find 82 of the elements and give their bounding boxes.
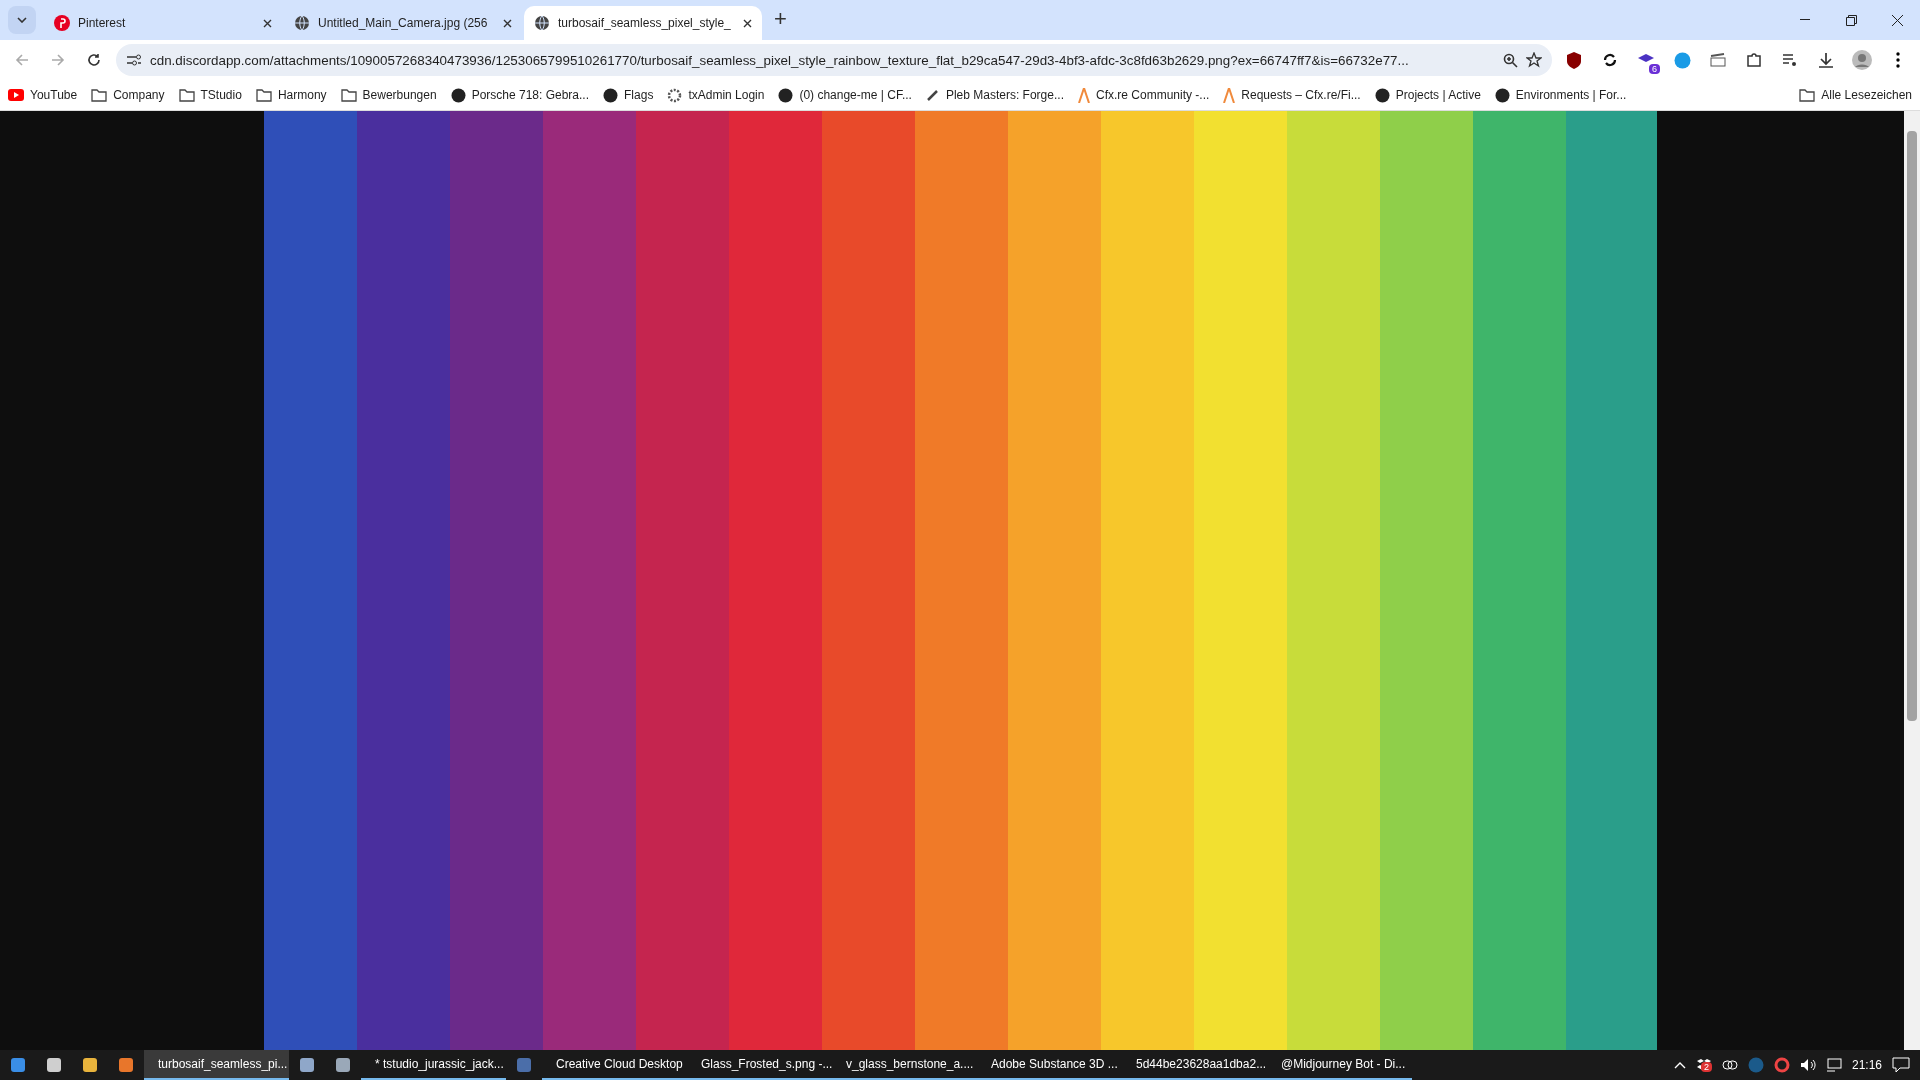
folder-icon (91, 88, 108, 102)
close-icon[interactable] (503, 18, 512, 28)
taskbar-app-button[interactable]: turbosaif_seamless_pi... (144, 1050, 289, 1080)
link-icon[interactable] (1721, 1060, 1738, 1070)
bookmark-item[interactable]: Requests – Cfx.re/Fi... (1223, 87, 1361, 103)
bookmark-item[interactable]: Projects | Active (1374, 87, 1481, 103)
browser-tab[interactable]: Untitled_Main_Camera.jpg (256 (284, 6, 522, 40)
star-icon[interactable] (1526, 52, 1542, 68)
bookmark-item[interactable]: Environments | For... (1494, 87, 1627, 103)
scrollbar[interactable] (1904, 111, 1920, 1050)
bookmark-item[interactable]: Flags (603, 87, 654, 103)
browser-tab[interactable]: turbosaif_seamless_pixel_style_ (524, 6, 762, 40)
steam-icon[interactable] (1747, 1057, 1764, 1073)
site-icon (450, 87, 466, 103)
reload-icon (87, 53, 101, 67)
bookmark-item[interactable]: Porsche 718: Gebra... (450, 87, 590, 103)
folder-icon (340, 88, 357, 102)
forward-arrow-icon (51, 53, 65, 67)
minimize-icon (1800, 19, 1810, 21)
extension-button[interactable]: 6 (1632, 46, 1660, 74)
all-bookmarks-item[interactable]: Alle Lesezeichen (1799, 88, 1912, 102)
pin-logo-icon (54, 15, 70, 31)
bookmark-item[interactable]: Bewerbungen (340, 88, 437, 102)
browser-tab[interactable]: Pinterest (44, 6, 282, 40)
playlist-icon (1782, 53, 1798, 67)
close-icon[interactable] (263, 18, 272, 28)
taskbar-app-button[interactable]: @Midjourney Bot - Di... (1267, 1050, 1412, 1080)
count-badge: 2 (1700, 1062, 1712, 1072)
menu-icon (1896, 52, 1900, 68)
download-icon (1818, 52, 1834, 68)
site-icon (1494, 87, 1510, 103)
brush-icon (925, 88, 940, 102)
chevron-up-icon[interactable] (1673, 1061, 1686, 1069)
bookmark-item[interactable]: txAdmin Login (667, 87, 765, 103)
close-icon (1891, 14, 1903, 26)
bookmark-item[interactable]: TStudio (178, 88, 242, 102)
gear-icon (667, 87, 683, 103)
notification-icon[interactable] (1892, 1057, 1910, 1073)
chevron-down-icon (17, 17, 27, 23)
speaker-icon[interactable] (1799, 1058, 1816, 1072)
network-icon[interactable] (1825, 1058, 1842, 1072)
folder-icon (178, 88, 195, 102)
tab-list-button[interactable] (8, 6, 36, 34)
ring-icon[interactable] (1773, 1057, 1790, 1073)
bookmark-item[interactable]: YouTube (8, 88, 78, 102)
back-arrow-icon (15, 53, 29, 67)
avatar-icon (1852, 50, 1872, 70)
clock-text[interactable]: 21:16 (1851, 1058, 1882, 1072)
play-logo-icon (8, 89, 24, 101)
taskbar-app-button[interactable]: Adobe Substance 3D ... (977, 1050, 1122, 1080)
close-icon[interactable] (743, 18, 752, 28)
url-text: cdn.discordapp.com/attachments/1090057268340473936/1253065799510261770/turbosaif_seamless_pixel_style_rainbow_texture_flat_b29ca547-29d3-4bf3-afdc-3c8fd63b2629.png?ex=66747ff7&is=66732e77... (150, 52, 1410, 68)
site-icon (778, 87, 794, 103)
site-icon (603, 87, 619, 103)
count-badge: 6 (1649, 64, 1660, 74)
taskbar-app-button[interactable]: v_glass_bernstone_a.... (832, 1050, 977, 1080)
folder-icon (255, 88, 272, 102)
sync-icon (1602, 52, 1618, 68)
globe-icon (294, 15, 310, 31)
zoom-icon[interactable] (1503, 52, 1518, 68)
chevron-logo-icon (1223, 87, 1236, 103)
bookmark-item[interactable]: Company (91, 88, 165, 102)
site-icon (1374, 87, 1390, 103)
taskbar-app-button[interactable]: * tstudio_jurassic_jack... (361, 1050, 506, 1080)
bookmark-item[interactable]: (0) change-me | CF... (778, 87, 912, 103)
clapper-icon (1710, 53, 1726, 67)
bookmark-item[interactable]: Harmony (255, 88, 327, 102)
new-tab-button[interactable]: + (774, 6, 787, 32)
globe-icon (534, 15, 550, 31)
address-field[interactable]: cdn.discordapp.com/attachments/1090057268340473936/1253065799510261770/turbosaif_seamless_pixel_style_rainbow_texture_flat_b29ca547-29d3-4bf3-afdc-3c8fd63b2629.png?ex=66747ff7&is=66732e77... (116, 44, 1552, 76)
puzzle-icon (1746, 52, 1762, 68)
taskbar-app-button[interactable]: Glass_Frosted_s.png -... (687, 1050, 832, 1080)
bookmark-item[interactable]: Pleb Masters: Forge... (925, 88, 1064, 102)
restore-icon (1845, 14, 1857, 26)
taskbar-app-button[interactable]: Creative Cloud Desktop (542, 1050, 687, 1080)
chevron-logo-icon (1077, 87, 1090, 103)
site-settings-icon[interactable] (126, 53, 142, 67)
circle-logo-icon (1673, 51, 1691, 69)
folder-icon (1799, 88, 1816, 102)
taskbar-app-button[interactable]: 5d44be23628aa1dba2... (1122, 1050, 1267, 1080)
shield-icon (1566, 51, 1582, 69)
bookmark-item[interactable]: Cfx.re Community -... (1077, 87, 1210, 103)
